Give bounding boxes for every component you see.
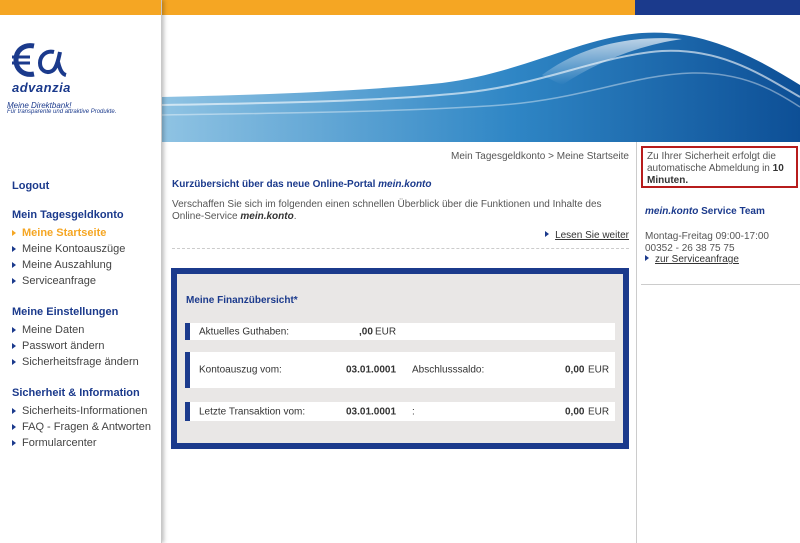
intro-text-brand: mein.konto <box>240 211 294 222</box>
sidebar-item-meine-kontoauszuege[interactable]: Meine Kontoauszüge <box>12 241 160 257</box>
advanzia-logo[interactable]: advanzia Meine Direktbank! Für transpare… <box>7 40 160 120</box>
breadcrumb: Mein Tagesgeldkonto > Meine Startseite <box>451 151 629 162</box>
service-hours: Montag-Freitag 09:00-17:00 00352 - 26 38… <box>645 231 769 255</box>
service-opening-hours: Montag-Freitag 09:00-17:00 <box>645 231 769 242</box>
sidebar-item-label: Formularcenter <box>22 437 97 449</box>
statement-date[interactable]: 03.01.0001 <box>346 365 396 376</box>
right-column: Zu Ihrer Sicherheit erfolgt die automati… <box>636 142 800 543</box>
header-bar-orange <box>162 0 635 15</box>
intro-text-body: Verschaffen Sie sich im folgenden einen … <box>172 199 602 222</box>
nav-group-title-sicherheit: Sicherheit & Information <box>12 387 140 399</box>
service-team-brand: mein.konto <box>645 206 699 217</box>
arrow-right-icon <box>12 424 16 430</box>
header-bar-blue <box>635 0 800 15</box>
right-divider <box>641 284 800 285</box>
water-wave-banner <box>162 15 800 142</box>
statement-row: Kontoauszug vom: 03.01.0001 Abschlusssal… <box>185 352 615 388</box>
arrow-right-icon <box>12 359 16 365</box>
last-transaction-value: 0,00 <box>565 406 585 417</box>
sidebar-item-label: Passwort ändern <box>22 340 105 352</box>
service-team-title: mein.konto Service Team <box>645 206 765 217</box>
euro-alpha-logo-icon <box>12 43 67 77</box>
nav-group-title-tagesgeldkonto: Mein Tagesgeldkonto <box>12 209 124 221</box>
breadcrumb-parent[interactable]: Mein Tagesgeldkonto <box>451 151 545 162</box>
closing-balance-currency: EUR <box>588 364 610 376</box>
sidebar-item-label: FAQ - Fragen & Antworten <box>22 421 152 433</box>
sidebar-item-serviceanfrage[interactable]: Serviceanfrage <box>12 273 160 289</box>
sidebar-item-label: Serviceanfrage <box>22 275 96 287</box>
statement-label: Kontoauszug vom: <box>199 364 282 376</box>
sidebar-item-sicherheitsfrage-aendern[interactable]: Sicherheitsfrage ändern <box>12 354 160 370</box>
read-more-label: Lesen Sie weiter <box>555 230 629 241</box>
nav-group-einstellungen: Meine Daten Passwort ändern Sicherheitsf… <box>12 322 160 370</box>
closing-balance-label: Abschlusssaldo: <box>412 364 485 376</box>
sidebar-item-label: Sicherheitsfrage ändern <box>22 356 139 368</box>
sidebar: advanzia Meine Direktbank! Für transpare… <box>0 0 162 543</box>
last-transaction-currency: EUR <box>588 406 610 417</box>
sidebar-item-meine-startseite[interactable]: Meine Startseite <box>12 225 160 241</box>
nav-group-sicherheit: Sicherheits-Informationen FAQ - Fragen &… <box>12 403 160 451</box>
arrow-right-icon <box>12 327 16 333</box>
intro-title: Kurzübersicht über das neue Online-Porta… <box>172 179 432 190</box>
security-logout-notice: Zu Ihrer Sicherheit erfolgt die automati… <box>641 146 798 188</box>
sidebar-item-meine-auszahlung[interactable]: Meine Auszahlung <box>12 257 160 273</box>
arrow-right-icon <box>12 408 16 414</box>
balance-currency: EUR <box>375 326 397 337</box>
sidebar-nav: Logout Mein Tagesgeldkonto Meine Startse… <box>12 180 160 467</box>
closing-balance-value: 0,00 <box>565 364 585 376</box>
sidebar-item-label: Meine Auszahlung <box>22 259 112 271</box>
last-transaction-row: Letzte Transaktion vom: 03.01.0001 : 0,0… <box>185 402 615 421</box>
logout-link[interactable]: Logout <box>12 180 160 192</box>
logo-wordmark: advanzia <box>12 80 71 95</box>
sidebar-item-sicherheits-informationen[interactable]: Sicherheits-Informationen <box>12 403 160 419</box>
nav-group-title-einstellungen: Meine Einstellungen <box>12 306 119 318</box>
arrow-right-icon <box>545 231 550 237</box>
arrow-right-icon <box>12 343 16 349</box>
finance-overview-panel: Meine Finanzübersicht* Aktuelles Guthabe… <box>171 268 629 449</box>
balance-label: Aktuelles Guthaben: <box>199 326 290 337</box>
intro-text-end: . <box>293 211 297 222</box>
read-more-link[interactable]: Lesen Sie weiter <box>545 230 629 241</box>
arrow-right-icon <box>12 440 16 446</box>
last-transaction-separator: : <box>412 406 415 417</box>
nav-group-tagesgeldkonto: Meine Startseite Meine Kontoauszüge Mein… <box>12 225 160 289</box>
sidebar-item-faq[interactable]: FAQ - Fragen & Antworten <box>12 419 160 435</box>
service-request-label: zur Serviceanfrage <box>655 254 739 265</box>
arrow-right-icon <box>645 255 649 261</box>
last-transaction-date[interactable]: 03.01.0001 <box>346 406 396 417</box>
balance-value: ,00 <box>359 326 373 337</box>
arrow-right-icon <box>12 246 16 252</box>
intro-title-text: Kurzübersicht über das neue Online-Porta… <box>172 179 376 190</box>
intro-text: Verschaffen Sie sich im folgenden einen … <box>172 199 632 223</box>
finance-overview-title: Meine Finanzübersicht* <box>186 295 298 306</box>
intro-title-brand: mein.konto <box>378 179 432 190</box>
sidebar-item-label: Meine Startseite <box>22 227 107 239</box>
sidebar-top-strip <box>0 0 161 15</box>
security-notice-text: Zu Ihrer Sicherheit erfolgt die automati… <box>647 151 776 174</box>
sidebar-item-passwort-aendern[interactable]: Passwort ändern <box>12 338 160 354</box>
sidebar-item-formularcenter[interactable]: Formularcenter <box>12 435 160 451</box>
arrow-right-icon <box>12 230 16 236</box>
sidebar-item-label: Meine Kontoauszüge <box>22 243 126 255</box>
service-request-link[interactable]: zur Serviceanfrage <box>645 254 739 265</box>
divider <box>172 248 629 249</box>
logo-subtagline: Für transparente und attraktive Produkte… <box>7 109 117 115</box>
last-transaction-label: Letzte Transaktion vom: <box>199 406 306 417</box>
arrow-right-icon <box>12 262 16 268</box>
service-team-label: Service Team <box>701 206 765 217</box>
breadcrumb-current: Meine Startseite <box>556 151 629 162</box>
sidebar-item-meine-daten[interactable]: Meine Daten <box>12 322 160 338</box>
sidebar-item-label: Sicherheits-Informationen <box>22 405 148 417</box>
balance-row: Aktuelles Guthaben: ,00 EUR <box>185 323 615 340</box>
arrow-right-icon <box>12 278 16 284</box>
sidebar-item-label: Meine Daten <box>22 324 85 336</box>
breadcrumb-separator: > <box>548 151 554 162</box>
main-content: Mein Tagesgeldkonto > Meine Startseite K… <box>162 142 636 543</box>
